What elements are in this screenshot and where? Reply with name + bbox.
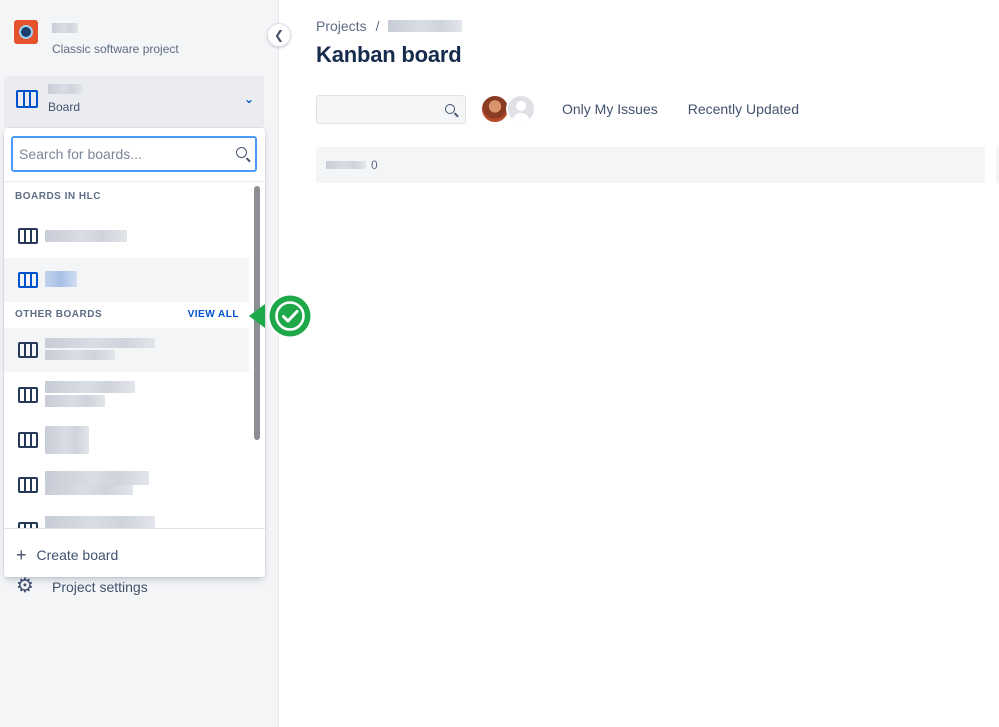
- avatar-placeholder[interactable]: [506, 94, 536, 124]
- board-dropdown: BOARDS IN HLC OTHER BOARDS VIEW ALL: [4, 128, 265, 577]
- board-icon: [18, 387, 38, 403]
- breadcrumb-project-redacted[interactable]: [388, 20, 463, 32]
- board-list-item[interactable]: [4, 373, 249, 417]
- board-name-redacted: [45, 271, 77, 287]
- board-icon: [18, 432, 38, 448]
- project-name-redacted: [52, 23, 78, 33]
- search-icon: [236, 147, 247, 158]
- quick-filter-recently-updated[interactable]: Recently Updated: [688, 101, 799, 117]
- board-selector[interactable]: Board ⌄: [4, 76, 264, 128]
- search-icon: [445, 103, 455, 114]
- board-name-redacted: [45, 485, 133, 495]
- board-list-item[interactable]: [4, 508, 249, 528]
- board-icon: [18, 272, 38, 288]
- board-list-item[interactable]: [4, 463, 249, 507]
- create-board-label: Create board: [36, 547, 119, 563]
- board-name-redacted: [45, 338, 155, 348]
- board-search[interactable]: [11, 136, 257, 172]
- collapse-sidebar-button[interactable]: ❮: [267, 23, 291, 47]
- project-header[interactable]: Classic software project: [14, 20, 179, 56]
- board-name-redacted: [45, 471, 149, 485]
- view-all-link[interactable]: VIEW ALL: [188, 309, 239, 320]
- check-callout-icon: [247, 291, 317, 346]
- gear-icon: ⚙: [16, 575, 34, 597]
- board-name-redacted: [45, 350, 115, 360]
- board-icon: [16, 90, 38, 113]
- board-list-item[interactable]: [4, 328, 249, 372]
- column-issue-count: 0: [371, 158, 378, 172]
- board-list-item[interactable]: [4, 214, 249, 258]
- breadcrumb: Projects /: [316, 18, 463, 34]
- filter-bar: Only My Issues Recently Updated: [316, 94, 799, 124]
- section-other-boards: OTHER BOARDS: [15, 309, 103, 320]
- chevron-down-icon: ⌄: [243, 92, 254, 106]
- issue-search-input[interactable]: [316, 94, 466, 124]
- board-list-item[interactable]: [4, 258, 249, 302]
- board-icon: [18, 342, 38, 358]
- breadcrumb-separator: /: [375, 18, 380, 34]
- board-selector-label: Board: [48, 100, 81, 114]
- project-settings-label: Project settings: [52, 579, 148, 595]
- board-name-redacted: [45, 426, 89, 454]
- plus-icon: +: [16, 545, 27, 565]
- main-content: Projects / Kanban board Only My Issues R…: [280, 0, 999, 727]
- board-icon: [18, 228, 38, 244]
- board-name-redacted: [45, 381, 135, 393]
- section-boards-in-project: BOARDS IN HLC: [15, 191, 101, 202]
- chevron-left-icon: ❮: [273, 28, 285, 42]
- column-header: 0: [316, 147, 985, 183]
- board-name-redacted: [48, 84, 82, 94]
- column-name-redacted: [326, 161, 366, 169]
- project-settings-link[interactable]: ⚙ Project settings: [14, 576, 148, 598]
- board-list: BOARDS IN HLC OTHER BOARDS VIEW ALL: [4, 182, 249, 528]
- board-name-redacted: [45, 516, 155, 528]
- board-icon: [18, 477, 38, 493]
- assignee-avatars: [480, 94, 536, 124]
- board-name-redacted: [45, 395, 105, 407]
- quick-filter-only-my-issues[interactable]: Only My Issues: [562, 101, 658, 117]
- board-list-item[interactable]: [4, 418, 249, 462]
- board-name-redacted: [45, 230, 127, 242]
- page-title: Kanban board: [316, 42, 462, 67]
- breadcrumb-projects[interactable]: Projects: [316, 18, 367, 34]
- project-avatar: [14, 20, 38, 44]
- create-board-button[interactable]: + Create board: [16, 546, 118, 564]
- board-search-input[interactable]: [13, 138, 223, 170]
- project-subtitle: Classic software project: [52, 42, 179, 56]
